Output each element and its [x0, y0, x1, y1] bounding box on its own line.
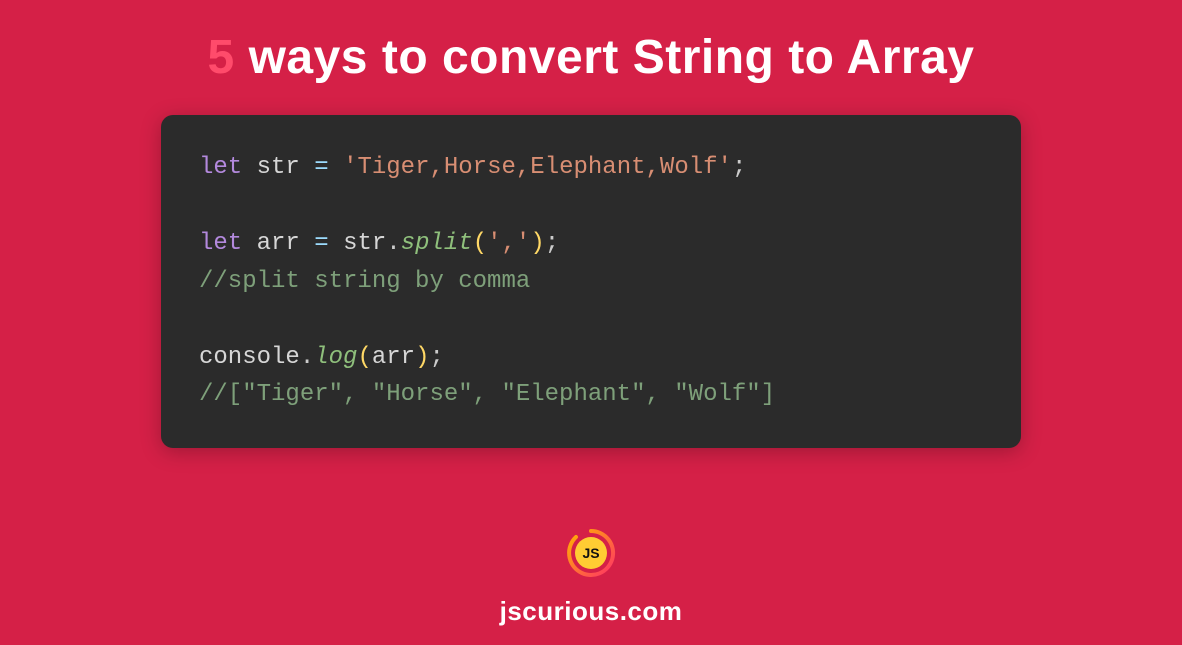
footer: JS jscurious.com — [0, 527, 1182, 627]
method-split: split — [401, 230, 473, 257]
paren-open: ( — [473, 230, 487, 257]
code-comment: //["Tiger", "Horse", "Elephant", "Wolf"] — [199, 376, 983, 414]
semicolon: ; — [732, 154, 746, 181]
op-equals: = — [314, 154, 328, 181]
js-logo-icon: JS — [565, 527, 617, 579]
svg-text:JS: JS — [582, 545, 599, 561]
dot: . — [386, 230, 400, 257]
var-str: str — [257, 154, 300, 181]
obj-console: console — [199, 344, 300, 371]
semicolon: ; — [545, 230, 559, 257]
title-text: ways to convert String to Array — [235, 31, 975, 84]
code-block: let str = 'Tiger,Horse,Elephant,Wolf'; l… — [161, 115, 1021, 448]
title-number: 5 — [208, 31, 235, 84]
code-line-6: console.log(arr); — [199, 339, 983, 377]
paren-close: ) — [530, 230, 544, 257]
paren-close: ) — [415, 344, 429, 371]
method-log: log — [314, 344, 357, 371]
string-arg: ',' — [487, 230, 530, 257]
page-title: 5 ways to convert String to Array — [0, 0, 1182, 85]
code-line-1: let str = 'Tiger,Horse,Elephant,Wolf'; — [199, 149, 983, 187]
site-name: jscurious.com — [0, 596, 1182, 627]
op-equals: = — [314, 230, 328, 257]
code-line-blank — [199, 301, 983, 339]
semicolon: ; — [429, 344, 443, 371]
code-line-blank — [199, 187, 983, 225]
string-literal: 'Tiger,Horse,Elephant,Wolf' — [343, 154, 732, 181]
code-comment: //split string by comma — [199, 263, 983, 301]
keyword-let: let — [199, 230, 242, 257]
var-arr: arr — [257, 230, 300, 257]
keyword-let: let — [199, 154, 242, 181]
paren-open: ( — [357, 344, 371, 371]
obj-str: str — [343, 230, 386, 257]
dot: . — [300, 344, 314, 371]
code-line-3: let arr = str.split(','); — [199, 225, 983, 263]
arg-arr: arr — [372, 344, 415, 371]
